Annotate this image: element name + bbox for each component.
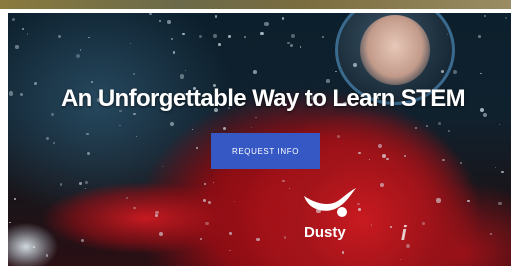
- water-droplet: [290, 43, 294, 47]
- water-droplet: [283, 236, 287, 239]
- water-droplet: [217, 42, 221, 46]
- water-droplet: [264, 21, 269, 27]
- sleeve-mark: i: [401, 223, 407, 245]
- water-droplet: [256, 237, 260, 242]
- water-droplet: [51, 113, 55, 117]
- water-droplet: [227, 35, 231, 39]
- water-droplet: [213, 34, 218, 39]
- water-droplet: [21, 28, 24, 31]
- water-droplet: [182, 32, 185, 35]
- water-droplet: [88, 36, 90, 38]
- water-droplet: [229, 231, 232, 235]
- water-droplet: [222, 127, 227, 131]
- water-droplet: [80, 238, 85, 242]
- water-droplet: [172, 51, 176, 54]
- water-droplet: [79, 49, 81, 51]
- water-droplet: [119, 124, 121, 127]
- water-droplet: [460, 161, 463, 164]
- water-droplet: [446, 33, 449, 35]
- water-droplet: [86, 151, 91, 156]
- water-droplet: [370, 224, 373, 226]
- water-droplet: [203, 183, 206, 185]
- water-droplet: [477, 35, 481, 38]
- water-droplet: [281, 17, 285, 20]
- water-droplet: [378, 143, 382, 148]
- water-droplet: [335, 70, 338, 73]
- hero-banner: An Unforgettable Way to Learn STEM REQUE…: [8, 13, 511, 266]
- water-droplet: [32, 245, 35, 248]
- water-droplet: [162, 165, 164, 167]
- water-droplet: [149, 13, 152, 16]
- water-droplet: [438, 122, 441, 125]
- water-droplet: [288, 188, 290, 190]
- flying-figure-logo-icon: [304, 188, 356, 217]
- water-droplet: [421, 222, 425, 225]
- water-droplet: [91, 81, 93, 83]
- water-droplet: [448, 129, 451, 132]
- water-droplet: [452, 69, 458, 75]
- water-droplet: [321, 35, 325, 38]
- water-droplet: [389, 225, 392, 228]
- water-droplet: [53, 141, 56, 145]
- water-droplet: [167, 20, 171, 24]
- water-droplet: [169, 121, 175, 127]
- water-droplet: [385, 157, 389, 161]
- water-droplet: [130, 43, 132, 45]
- water-droplet: [282, 179, 285, 183]
- water-droplet: [19, 93, 23, 97]
- water-droplet: [26, 33, 29, 35]
- water-droplet: [436, 198, 441, 203]
- water-droplet: [132, 73, 136, 76]
- water-droplet: [404, 155, 406, 157]
- glove: [8, 218, 68, 266]
- hero-headline: An Unforgettable Way to Learn STEM: [60, 85, 466, 112]
- logo-wordmark: Dusty: [304, 224, 346, 241]
- water-droplet: [199, 34, 203, 38]
- request-info-button[interactable]: REQUEST INFO: [211, 133, 320, 169]
- water-droplet: [57, 34, 61, 39]
- water-droplet: [179, 74, 184, 79]
- water-droplet: [185, 70, 187, 72]
- water-droplet: [244, 35, 246, 38]
- water-droplet: [353, 62, 357, 67]
- water-droplet: [195, 146, 199, 150]
- water-droplet: [159, 20, 162, 22]
- top-image-strip: [0, 0, 511, 9]
- water-droplet: [262, 32, 265, 35]
- water-droplet: [45, 254, 49, 257]
- water-droplet: [205, 221, 209, 225]
- water-droplet: [358, 151, 361, 154]
- water-droplet: [299, 45, 302, 48]
- water-droplet: [326, 79, 330, 83]
- suit-logo: Dusty: [298, 186, 362, 256]
- water-droplet: [155, 213, 159, 217]
- water-droplet: [8, 91, 14, 96]
- water-droplet: [171, 38, 173, 40]
- water-droplet: [15, 45, 19, 49]
- water-droplet: [480, 72, 483, 75]
- water-droplet: [483, 113, 487, 118]
- water-droplet: [214, 15, 218, 18]
- water-droplet: [484, 14, 487, 17]
- water-droplet: [135, 136, 138, 138]
- water-droplet: [505, 16, 508, 19]
- water-droplet: [132, 112, 136, 116]
- water-droplet: [250, 126, 252, 128]
- water-droplet: [191, 128, 193, 130]
- water-droplet: [253, 70, 257, 74]
- water-droplet: [46, 136, 50, 140]
- water-droplet: [76, 53, 80, 58]
- water-droplet: [291, 34, 296, 39]
- water-droplet: [11, 17, 16, 21]
- flyer-face: [360, 15, 430, 85]
- water-droplet: [14, 198, 16, 200]
- water-droplet: [467, 199, 470, 203]
- water-droplet: [85, 132, 89, 136]
